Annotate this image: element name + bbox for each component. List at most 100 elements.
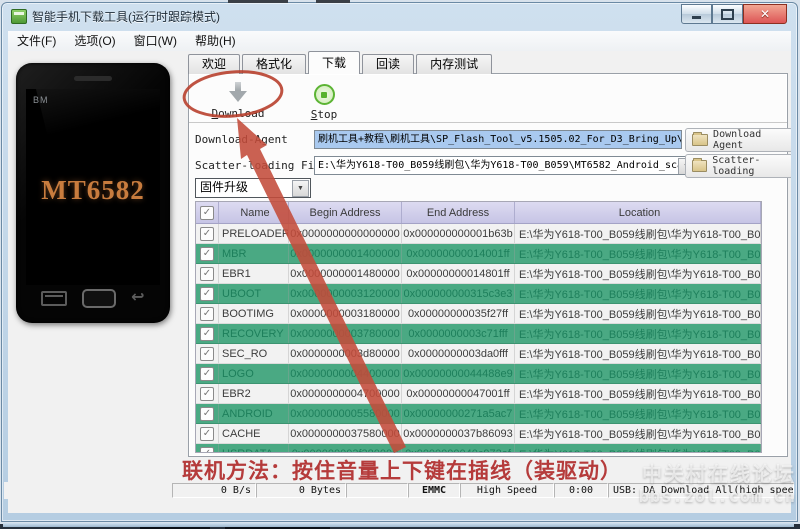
menu-bar: 文件(F) 选项(O) 窗口(W) 帮助(H) (8, 31, 791, 52)
cell-name: RECOVERY (219, 324, 289, 343)
cell-end-address: 0x0000000003da0fff (402, 344, 515, 363)
cell-end-address: 0x0000000040c972af (402, 444, 515, 452)
row-checkbox[interactable]: ✓ (196, 264, 219, 283)
cell-end-address: 0x0000000003c71fff (402, 324, 515, 343)
cell-location: E:\华为Y618-T00_B059线刷包\华为Y618-T00_B059\se… (515, 344, 761, 363)
close-button[interactable]: ✕ (743, 4, 787, 24)
column-header-begin-address[interactable]: Begin Address (289, 202, 402, 223)
scatter-file-combobox[interactable]: E:\华为Y618-T00_B059线刷包\华为Y618-T00_B059\MT… (314, 156, 697, 175)
row-checkbox[interactable]: ✓ (196, 404, 219, 423)
status-usb-status: USB: DA Download All(high speed,auto det… (608, 483, 794, 498)
checkbox-icon: ✓ (200, 326, 214, 341)
select-all-checkbox[interactable]: ✓ (196, 202, 219, 223)
partition-table: ✓ Name Begin Address End Address Locatio… (195, 201, 762, 453)
cell-name: PRELOADER (219, 224, 289, 243)
firmware-upgrade-select[interactable]: 固件升级 ▼ (195, 178, 311, 198)
row-checkbox[interactable]: ✓ (196, 324, 219, 343)
status-speed: 0 B/s (172, 483, 256, 498)
column-header-name[interactable]: Name (219, 202, 289, 223)
menu-item-2[interactable]: 窗口(W) (125, 31, 186, 51)
table-row[interactable]: ✓ MBR 0x0000000001400000 0x00000000014001ff… (196, 244, 761, 264)
cell-begin-address: 0x0000000003120000 (289, 284, 402, 303)
connection-tip-text: 联机方法：按住音量上下键在插线（装驱动） (182, 459, 622, 483)
cell-begin-address: 0x0000000000000000 (289, 224, 402, 243)
phone-brand-label: BM (33, 95, 49, 105)
column-header-end-address[interactable]: End Address (402, 202, 515, 223)
status-usb-mode: High Speed (460, 483, 554, 498)
row-checkbox[interactable]: ✓ (196, 364, 219, 383)
chevron-down-icon[interactable]: ▼ (292, 180, 309, 197)
download-button[interactable]: Download (203, 82, 273, 120)
tab-4[interactable]: 内存测试 (416, 54, 493, 74)
table-row[interactable]: ✓ USRDATA0x000000003f3800000x0000000040c9… (196, 444, 761, 452)
maximize-button[interactable] (712, 4, 743, 24)
tab-3[interactable]: 回读 (362, 54, 415, 74)
cell-begin-address: 0x0000000004700000 (289, 384, 402, 403)
cropped-artifact (316, 0, 350, 3)
table-row[interactable]: ✓ LOGO 0x0000000004400000 0x00000000044488e… (196, 364, 761, 384)
status-storage-type: EMMC (408, 483, 460, 498)
checkbox-icon: ✓ (200, 246, 214, 261)
table-row[interactable]: ✓ PRELOADER 0x0000000000000000 0x0000000000… (196, 224, 761, 244)
cell-location: E:\华为Y618-T00_B059线刷包\华为Y618-T00_B059\pr… (515, 224, 761, 243)
table-row[interactable]: ✓ UBOOT 0x0000000003120000 0x000000000315c3… (196, 284, 761, 304)
phone-menu-icon (41, 290, 68, 306)
checkbox-icon: ✓ (200, 426, 214, 441)
scatter-loading-button[interactable]: Scatter-loading (685, 154, 791, 178)
table-row[interactable]: ✓ ANDROID 0x0000000005580000 0x00000000271a… (196, 404, 761, 424)
tab-1[interactable]: 格式化 (242, 54, 307, 74)
row-checkbox[interactable]: ✓ (196, 244, 219, 263)
stop-button[interactable]: Stop (289, 82, 359, 121)
cell-location: E:\华为Y618-T00_B059线刷包\华为Y618-T00_B059\lk… (515, 284, 761, 303)
cell-name: EBR2 (219, 384, 289, 403)
client-area: BM MT6582 ↩ 欢迎 格式化 下载 回读 内存测试 Download Stop (8, 51, 791, 513)
cell-begin-address: 0x0000000003d80000 (289, 344, 402, 363)
tab-2[interactable]: 下载 (308, 51, 361, 74)
menu-item-3[interactable]: 帮助(H) (186, 31, 245, 51)
checkbox-icon: ✓ (200, 386, 214, 401)
title-bar[interactable]: 智能手机下载工具(运行时跟踪模式) ✕ (2, 3, 797, 30)
status-bytes: 0 Bytes (256, 483, 346, 498)
minimize-button[interactable] (681, 4, 712, 24)
window-title: 智能手机下载工具(运行时跟踪模式) (32, 10, 220, 24)
download-agent-field[interactable]: 刷机工具+教程\刷机工具\SP_Flash_Tool_v5.1505.02_Fo… (314, 130, 682, 149)
table-row[interactable]: ✓ EBR1 0x0000000001480000 0x00000000014801f… (196, 264, 761, 284)
table-row[interactable]: ✓ BOOTIMG 0x0000000003180000 0x00000000035f… (196, 304, 761, 324)
cell-begin-address: 0x0000000003180000 (289, 304, 402, 323)
window-bottom-frame (3, 523, 794, 527)
row-checkbox[interactable]: ✓ (196, 384, 219, 403)
checkbox-icon: ✓ (200, 266, 214, 281)
row-checkbox[interactable]: ✓ (196, 424, 219, 443)
table-row[interactable]: ✓ EBR2 0x0000000004700000 0x00000000047001f… (196, 384, 761, 404)
cell-location: E:\华为Y618-T00_B059线刷包\华为Y618-T00_B059\ca… (515, 424, 761, 443)
cell-location: E:\华为Y618-T00_B059线刷包\华为Y618-T00_B059\EB… (515, 384, 761, 403)
cell-begin-address: 0x0000000001480000 (289, 264, 402, 283)
row-checkbox[interactable]: ✓ (196, 304, 219, 323)
column-header-location[interactable]: Location (515, 202, 761, 223)
cell-begin-address: 0x000000003f380000 (289, 444, 402, 452)
row-checkbox[interactable]: ✓ (196, 224, 219, 243)
cell-name: CACHE (219, 424, 289, 443)
table-row[interactable]: ✓ RECOVERY 0x0000000003780000 0x0000000003c… (196, 324, 761, 344)
checkbox-icon: ✓ (200, 286, 214, 301)
cell-name: MBR (219, 244, 289, 263)
cell-name: SEC_RO (219, 344, 289, 363)
table-row[interactable]: ✓ SEC_RO 0x0000000003d80000 0x0000000003da0… (196, 344, 761, 364)
table-row[interactable]: ✓ CACHE 0x0000000037580000 0x0000000037b860… (196, 424, 761, 444)
row-checkbox[interactable]: ✓ (196, 344, 219, 363)
menu-item-0[interactable]: 文件(F) (8, 31, 65, 51)
row-checkbox[interactable]: ✓ (196, 444, 219, 452)
cell-location: E:\华为Y618-T00_B059线刷包\华为Y618-T00_B059\sy… (515, 404, 761, 423)
checkbox-icon: ✓ (200, 366, 214, 381)
tab-0[interactable]: 欢迎 (188, 54, 241, 74)
cell-name: UBOOT (219, 284, 289, 303)
cell-begin-address: 0x0000000005580000 (289, 404, 402, 423)
folder-icon (692, 132, 709, 146)
row-checkbox[interactable]: ✓ (196, 284, 219, 303)
stop-icon (313, 84, 335, 105)
cell-end-address: 0x00000000044488e9 (402, 364, 515, 383)
download-agent-button[interactable]: Download Agent (685, 128, 791, 152)
menu-item-1[interactable]: 选项(O) (65, 31, 124, 51)
cell-end-address: 0x0000000037b86093 (402, 424, 515, 443)
checkbox-icon: ✓ (200, 406, 214, 421)
